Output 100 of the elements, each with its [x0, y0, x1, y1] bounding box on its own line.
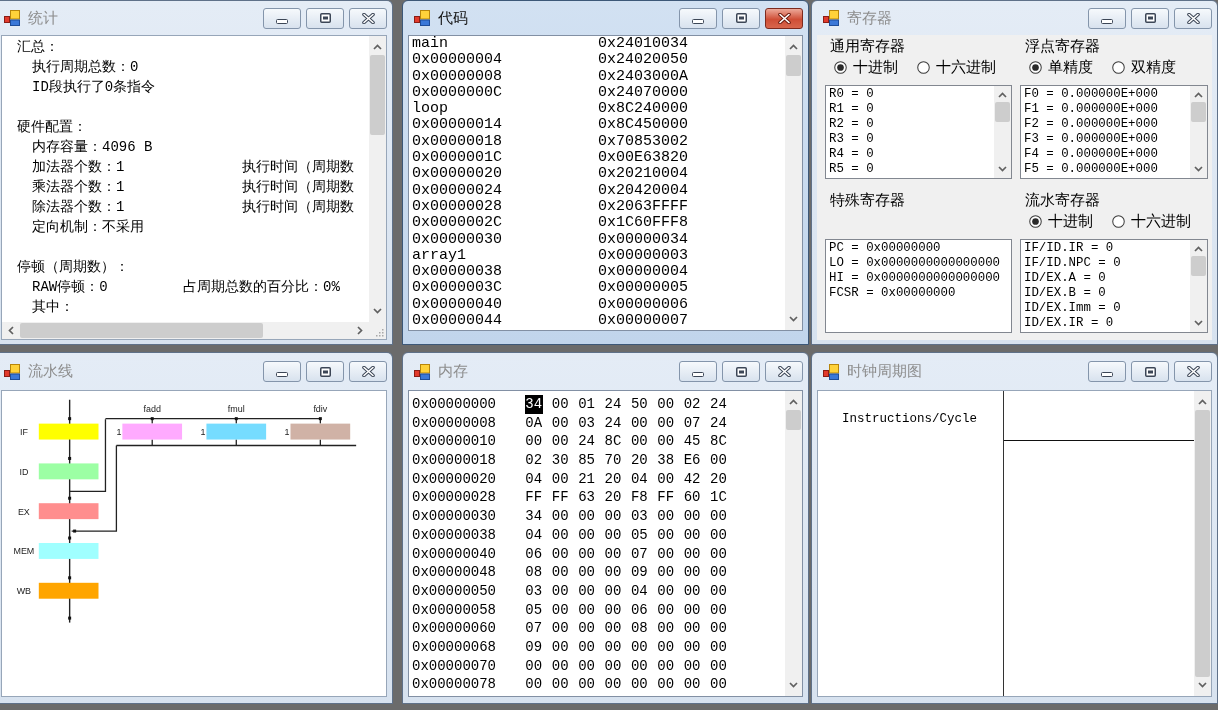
- byte-value[interactable]: 00: [656, 469, 675, 489]
- scrollbar-thumb[interactable]: [995, 102, 1010, 122]
- byte-value[interactable]: 00: [551, 563, 569, 582]
- byte-value[interactable]: 00: [551, 432, 569, 452]
- byte-value[interactable]: 00: [709, 563, 728, 582]
- vertical-scrollbar[interactable]: [369, 36, 386, 322]
- byte-value[interactable]: 07: [525, 619, 543, 638]
- byte-value[interactable]: 00: [709, 619, 728, 638]
- byte-value[interactable]: 07: [630, 544, 649, 564]
- byte-value[interactable]: 20: [604, 469, 622, 489]
- byte-value[interactable]: 24: [709, 395, 728, 414]
- scrollbar-thumb[interactable]: [370, 55, 385, 135]
- byte-value[interactable]: 00: [709, 525, 728, 545]
- minimize-button[interactable]: [263, 361, 301, 382]
- byte-value[interactable]: 00: [577, 544, 596, 564]
- byte-value[interactable]: 04: [630, 581, 649, 601]
- byte-value[interactable]: 09: [525, 637, 543, 657]
- byte-value[interactable]: 00: [656, 581, 675, 601]
- byte-value[interactable]: 02: [683, 395, 701, 414]
- radio-button[interactable]: 十进制: [1029, 211, 1093, 231]
- byte-value[interactable]: 00: [577, 619, 596, 638]
- byte-value[interactable]: 20: [630, 451, 649, 470]
- byte-value[interactable]: 02: [525, 451, 543, 470]
- byte-value[interactable]: 00: [656, 637, 675, 657]
- byte-value[interactable]: 04: [525, 469, 543, 489]
- maximize-button[interactable]: [1131, 7, 1169, 29]
- scroll-up-icon[interactable]: [1198, 399, 1207, 405]
- byte-value[interactable]: 21: [577, 469, 596, 489]
- minimize-button[interactable]: [263, 7, 301, 29]
- byte-value[interactable]: 03: [525, 581, 543, 601]
- byte-value[interactable]: 00: [683, 675, 701, 694]
- minimize-button[interactable]: [1088, 361, 1126, 382]
- byte-value[interactable]: 00: [551, 413, 569, 433]
- byte-value[interactable]: 04: [630, 469, 649, 489]
- close-button[interactable]: [1174, 361, 1212, 382]
- byte-value[interactable]: 24: [709, 413, 728, 433]
- byte-value[interactable]: 00: [656, 619, 675, 638]
- byte-value[interactable]: 00: [604, 675, 622, 694]
- byte-value[interactable]: 00: [604, 507, 622, 526]
- scroll-right-icon[interactable]: [357, 326, 363, 335]
- scroll-up-icon[interactable]: [789, 44, 798, 50]
- close-button[interactable]: [349, 361, 387, 382]
- byte-value[interactable]: 00: [683, 581, 701, 601]
- byte-value[interactable]: 00: [630, 656, 649, 676]
- byte-value[interactable]: 00: [656, 600, 675, 620]
- byte-value[interactable]: 00: [709, 581, 728, 601]
- scroll-up-icon[interactable]: [373, 44, 382, 50]
- byte-value[interactable]: 00: [683, 525, 701, 545]
- byte-value[interactable]: 20: [709, 469, 728, 489]
- byte-value[interactable]: 00: [551, 637, 569, 657]
- vertical-scrollbar[interactable]: [1194, 391, 1211, 696]
- byte-value[interactable]: 00: [577, 525, 596, 545]
- byte-value[interactable]: FF: [656, 488, 675, 508]
- byte-value[interactable]: 00: [604, 581, 622, 601]
- scroll-down-icon[interactable]: [1194, 320, 1203, 326]
- byte-value[interactable]: 34: [525, 395, 543, 414]
- byte-value[interactable]: 03: [630, 507, 649, 526]
- byte-value[interactable]: 70: [604, 451, 622, 470]
- scrollbar-thumb[interactable]: [1191, 256, 1206, 276]
- byte-value[interactable]: 00: [551, 525, 569, 545]
- byte-value[interactable]: 00: [577, 637, 596, 657]
- scroll-down-icon[interactable]: [789, 682, 798, 688]
- byte-value[interactable]: 00: [604, 600, 622, 620]
- close-button[interactable]: [1174, 7, 1212, 29]
- scrollbar-thumb[interactable]: [1191, 102, 1206, 122]
- maximize-button[interactable]: [306, 7, 344, 29]
- maximize-button[interactable]: [722, 7, 760, 29]
- maximize-button[interactable]: [306, 361, 344, 382]
- byte-value[interactable]: 09: [630, 563, 649, 582]
- byte-value[interactable]: 00: [577, 563, 596, 582]
- byte-value[interactable]: 00: [656, 525, 675, 545]
- byte-value[interactable]: 24: [577, 432, 596, 452]
- byte-value[interactable]: 08: [630, 619, 649, 638]
- vertical-scrollbar[interactable]: [785, 36, 802, 330]
- byte-value[interactable]: 00: [683, 544, 701, 564]
- scroll-up-icon[interactable]: [998, 92, 1007, 98]
- byte-value[interactable]: 00: [709, 507, 728, 526]
- byte-value[interactable]: 00: [656, 432, 675, 452]
- byte-value[interactable]: 00: [630, 432, 649, 452]
- byte-value[interactable]: 00: [630, 675, 649, 694]
- byte-value[interactable]: 24: [604, 395, 622, 414]
- byte-value[interactable]: 00: [656, 675, 675, 694]
- byte-value[interactable]: 45: [683, 432, 701, 452]
- close-button[interactable]: [349, 7, 387, 29]
- byte-value[interactable]: 00: [604, 563, 622, 582]
- byte-value[interactable]: 00: [709, 600, 728, 620]
- byte-value[interactable]: 30: [551, 451, 569, 470]
- byte-value[interactable]: 00: [683, 656, 701, 676]
- byte-value[interactable]: 00: [525, 675, 543, 694]
- byte-value[interactable]: 8C: [709, 432, 728, 452]
- byte-value[interactable]: 00: [551, 507, 569, 526]
- scroll-down-icon[interactable]: [373, 308, 382, 314]
- byte-value[interactable]: 00: [604, 544, 622, 564]
- byte-value[interactable]: 00: [577, 507, 596, 526]
- scroll-down-icon[interactable]: [1194, 166, 1203, 172]
- byte-value[interactable]: 00: [551, 581, 569, 601]
- byte-value[interactable]: F8: [630, 488, 649, 508]
- scroll-up-icon[interactable]: [789, 399, 798, 405]
- byte-value[interactable]: E6: [683, 451, 701, 470]
- scrollbar-thumb[interactable]: [786, 410, 801, 430]
